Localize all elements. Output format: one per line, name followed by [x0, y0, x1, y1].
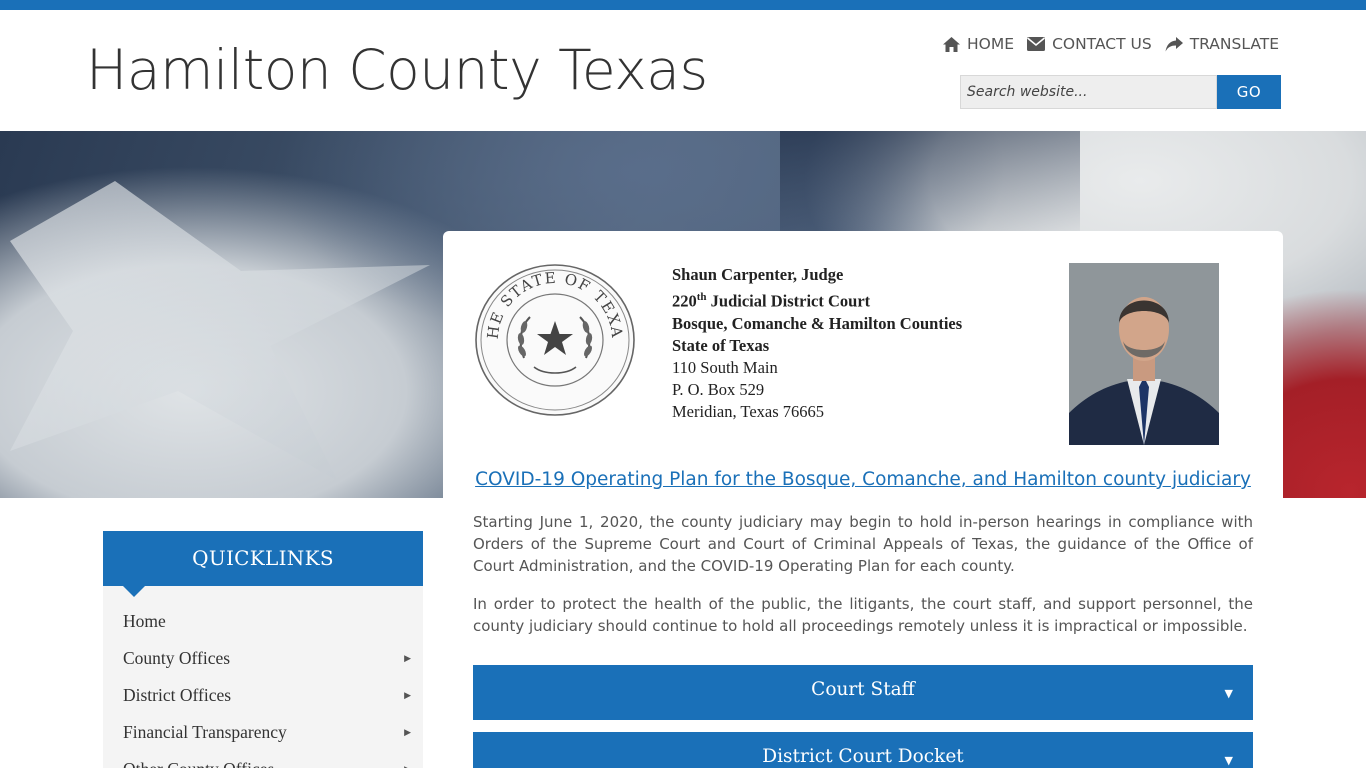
flag-star-shape: [10, 181, 430, 481]
triangle-down-icon: ▼: [1224, 754, 1233, 767]
quicklinks-heading: QUICKLINKS: [103, 531, 423, 597]
city-state-zip: Meridian, Texas 76665: [672, 401, 825, 421]
street-address: 110 South Main: [672, 357, 778, 377]
covid-paragraph-2: In order to protect the health of the pu…: [473, 595, 1253, 635]
caret-right-icon: ▶: [404, 690, 411, 700]
nav-home[interactable]: HOME: [943, 35, 1014, 53]
covid-paragraph-1: Starting June 1, 2020, the county judici…: [473, 513, 1253, 575]
quicklink-county-offices[interactable]: County Offices ▶: [103, 640, 423, 677]
accordion-label: Court Staff: [811, 679, 915, 700]
caret-right-icon: ▶: [404, 653, 411, 663]
state-name: State of Texas: [672, 335, 770, 355]
counties: Bosque, Comanche & Hamilton Counties: [672, 313, 963, 333]
judge-name: Shaun Carpenter, Judge: [672, 265, 844, 284]
share-icon: [1165, 36, 1183, 51]
po-box: P. O. Box 529: [672, 379, 765, 399]
quicklinks-list: Home County Offices ▶ District Offices ▶…: [103, 586, 423, 768]
district-court-docket-accordion[interactable]: District Court Docket ▼: [473, 732, 1253, 768]
nav-translate-label: TRANSLATE: [1189, 35, 1279, 53]
site-title[interactable]: Hamilton County Texas: [86, 38, 708, 102]
caret-right-icon: ▶: [404, 751, 411, 768]
judge-photo: [1069, 263, 1219, 445]
flag-fold-shadow: [780, 131, 1080, 241]
judge-address-block: Shaun Carpenter, Judge 220th Judicial Di…: [672, 264, 962, 423]
nav-home-label: HOME: [967, 35, 1015, 53]
top-accent-bar: [0, 0, 1366, 10]
court-name: 220th Judicial District Court: [672, 291, 871, 311]
search-go-button[interactable]: GO: [1217, 75, 1281, 109]
envelope-icon: [1027, 37, 1046, 51]
nav-contact-label: CONTACT US: [1052, 35, 1152, 53]
quicklink-home[interactable]: Home: [103, 603, 423, 640]
quicklink-district-offices[interactable]: District Offices ▶: [103, 677, 423, 714]
nav-contact[interactable]: CONTACT US: [1027, 35, 1152, 53]
quicklink-other-county-offices[interactable]: Other County Offices ▶: [103, 751, 423, 768]
court-staff-accordion[interactable]: Court Staff ▼: [473, 665, 1253, 720]
search-input[interactable]: [960, 75, 1217, 109]
nav-translate[interactable]: TRANSLATE: [1165, 35, 1279, 53]
caret-right-icon: ▶: [404, 727, 411, 737]
covid-plan-link[interactable]: COVID-19 Operating Plan for the Bosque, …: [473, 469, 1253, 490]
home-icon: [943, 36, 961, 52]
utility-nav: HOME CONTACT US TRANSLATE: [930, 35, 1279, 53]
texas-state-seal: THE STATE OF TEXAS: [474, 263, 635, 416]
quicklinks-panel: QUICKLINKS Home County Offices ▶ Distric…: [103, 531, 423, 768]
heading-notch: [123, 586, 145, 597]
quicklink-financial-transparency[interactable]: Financial Transparency ▶: [103, 714, 423, 751]
search-form: GO: [960, 75, 1281, 109]
triangle-down-icon: ▼: [1224, 687, 1233, 700]
accordion-label: District Court Docket: [762, 746, 964, 767]
